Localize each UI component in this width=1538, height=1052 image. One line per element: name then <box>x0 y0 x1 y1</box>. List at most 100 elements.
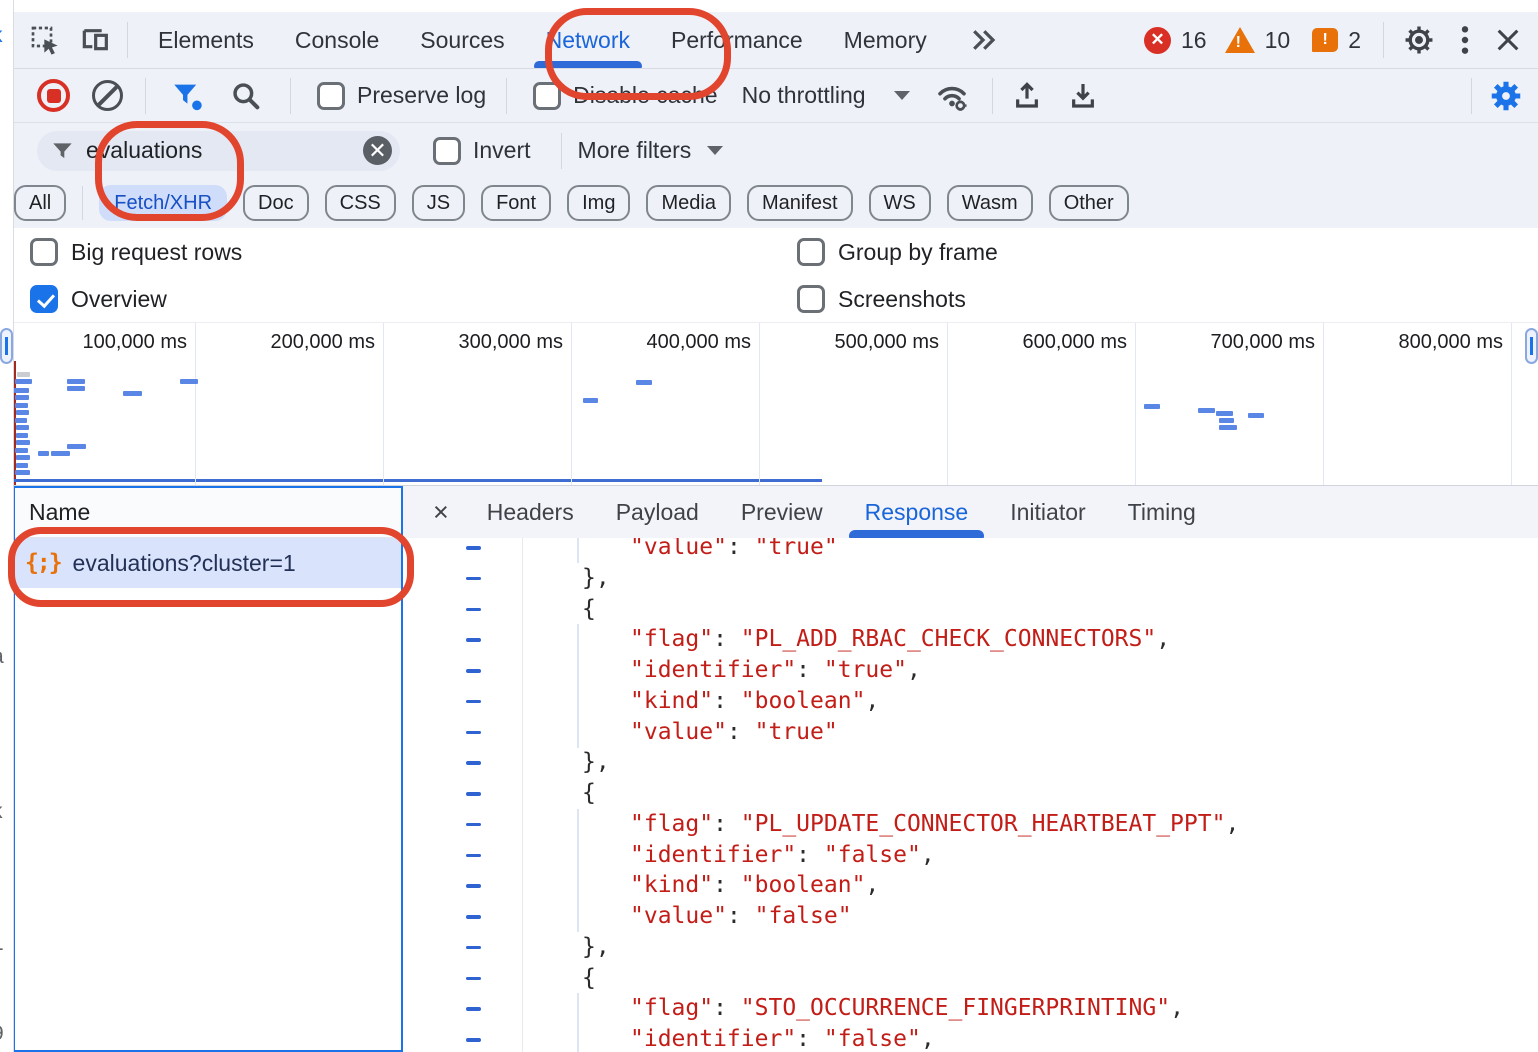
type-chip-wasm[interactable]: Wasm <box>947 185 1033 221</box>
pretty-print-gutter-dash <box>466 700 481 704</box>
filter-input-value[interactable]: evaluations <box>86 137 363 164</box>
group-by-frame-checkbox[interactable] <box>797 238 825 266</box>
timeline-request-bar <box>583 398 598 403</box>
preserve-log-label: Preserve log <box>357 82 486 109</box>
main-tab-performance[interactable]: Performance <box>671 12 803 68</box>
disable-cache-checkbox[interactable] <box>533 82 561 110</box>
type-chip-all[interactable]: All <box>14 185 66 221</box>
close-detail-icon[interactable]: × <box>433 499 449 526</box>
error-count[interactable]: 16 <box>1181 27 1207 54</box>
overview-option: Overview <box>30 285 167 313</box>
network-overview-timeline[interactable]: 100,000 ms200,000 ms300,000 ms400,000 ms… <box>13 322 1538 486</box>
timeline-tick-label: 700,000 ms <box>1165 331 1315 354</box>
more-filters-caret-icon[interactable] <box>707 146 723 155</box>
invert-checkbox[interactable] <box>433 137 461 165</box>
detail-tab-timing[interactable]: Timing <box>1128 486 1196 538</box>
detail-tab-headers[interactable]: Headers <box>487 486 574 538</box>
main-tab-sources[interactable]: Sources <box>420 12 504 68</box>
response-line: "identifier": "false", <box>403 840 1538 871</box>
network-settings-gear-icon[interactable] <box>1488 78 1524 114</box>
more-tabs-icon[interactable] <box>968 25 998 55</box>
detail-tab-payload[interactable]: Payload <box>616 486 699 538</box>
preserve-log-checkbox[interactable] <box>317 82 345 110</box>
timeline-request-bar <box>1248 413 1264 418</box>
type-chip-js[interactable]: JS <box>412 185 465 221</box>
timeline-request-bar <box>15 448 28 453</box>
code-text: }, <box>582 747 610 778</box>
settings-gear-icon[interactable] <box>1402 23 1436 57</box>
detail-tab-initiator[interactable]: Initiator <box>1010 486 1085 538</box>
pretty-print-gutter-dash <box>466 546 481 550</box>
request-type-filter-bar: All Fetch/XHR Doc CSS JS Font Img Media Manifest… <box>13 178 1538 229</box>
request-row-selected[interactable]: {;} evaluations?cluster=1 <box>15 538 401 588</box>
main-tab-bar: Elements Console Sources Network Performance… <box>13 12 1538 69</box>
page-edge-text-fragment: 1 <box>0 932 4 956</box>
timeline-request-bar <box>16 440 30 445</box>
filter-input[interactable]: evaluations ✕ <box>37 131 400 171</box>
filter-icon[interactable] <box>170 79 204 113</box>
code-text: "kind": "boolean", <box>630 870 879 901</box>
console-warnings-icon[interactable]: ! <box>1225 27 1255 53</box>
type-chip-css[interactable]: CSS <box>325 185 396 221</box>
detail-tab-bar: × Headers Payload Preview Response Initiator… <box>403 486 1538 539</box>
type-chip-media[interactable]: Media <box>646 185 730 221</box>
record-network-log-button[interactable] <box>37 79 70 112</box>
close-devtools-icon[interactable] <box>1494 26 1522 54</box>
more-filters-button[interactable]: More filters <box>578 137 692 164</box>
import-har-icon[interactable] <box>1011 80 1043 112</box>
type-chip-fetchxhr[interactable]: Fetch/XHR <box>99 185 227 221</box>
console-errors-icon[interactable]: ✕ <box>1144 27 1171 54</box>
main-tab-memory[interactable]: Memory <box>844 12 927 68</box>
issues-count[interactable]: 2 <box>1348 27 1361 54</box>
big-request-rows-checkbox[interactable] <box>30 238 58 266</box>
type-chip-other[interactable]: Other <box>1049 185 1129 221</box>
issues-icon[interactable]: ! <box>1312 28 1338 52</box>
timeline-request-bar <box>1216 411 1233 416</box>
throttling-caret-icon[interactable] <box>894 91 910 100</box>
export-har-icon[interactable] <box>1067 80 1099 112</box>
timeline-request-bar <box>16 463 28 468</box>
timeline-request-bar <box>15 379 32 384</box>
request-detail-panel: × Headers Payload Preview Response Initiator… <box>403 486 1538 1052</box>
requests-name-header[interactable]: Name <box>15 488 401 538</box>
timeline-request-bar <box>14 388 29 393</box>
type-chip-doc[interactable]: Doc <box>243 185 309 221</box>
search-icon[interactable] <box>230 80 262 112</box>
warning-count[interactable]: 10 <box>1265 27 1291 54</box>
device-toolbar-icon[interactable] <box>79 24 111 56</box>
response-body-viewer[interactable]: "value": "true"},{"flag": "PL_ADD_RBAC_C… <box>403 538 1538 1052</box>
network-toolbar: Preserve log Disable cache No throttling <box>13 69 1538 123</box>
main-tab-elements[interactable]: Elements <box>158 12 254 68</box>
detail-tab-response[interactable]: Response <box>865 486 969 538</box>
type-chips: All Fetch/XHR Doc CSS JS Font Img Media Manifest… <box>14 185 1129 221</box>
toolbar-divider <box>127 22 128 58</box>
code-text: "flag": "STO_OCCURRENCE_FINGERPRINTING", <box>630 993 1184 1024</box>
detail-tab-preview[interactable]: Preview <box>741 486 823 538</box>
timeline-request-bar <box>1219 418 1234 423</box>
more-options-icon[interactable] <box>1460 24 1470 56</box>
detail-tabs: Headers Payload Preview Response Initiator Ti… <box>487 486 1196 538</box>
main-tab-network[interactable]: Network <box>546 12 630 68</box>
main-tab-console[interactable]: Console <box>295 12 379 68</box>
network-conditions-icon[interactable] <box>934 78 970 114</box>
screenshots-checkbox[interactable] <box>797 285 825 313</box>
type-chip-manifest[interactable]: Manifest <box>747 185 853 221</box>
type-chip-ws[interactable]: WS <box>869 185 931 221</box>
timeline-gridline <box>383 323 384 485</box>
overview-checkbox[interactable] <box>30 285 58 313</box>
inspect-element-icon[interactable] <box>29 24 61 56</box>
overview-left-handle[interactable] <box>0 328 13 364</box>
pretty-print-gutter-dash <box>466 823 481 827</box>
type-chip-img[interactable]: Img <box>567 185 630 221</box>
clear-network-log-button[interactable] <box>92 80 123 111</box>
clear-filter-icon[interactable]: ✕ <box>363 136 392 165</box>
throttling-select[interactable]: No throttling <box>742 82 866 109</box>
group-by-frame-label: Group by frame <box>838 239 998 266</box>
pretty-print-gutter-dash <box>466 1038 481 1042</box>
pretty-print-gutter-dash <box>466 731 481 735</box>
overview-right-handle[interactable] <box>1525 328 1538 364</box>
pretty-print-gutter-dash <box>466 792 481 796</box>
type-chip-font[interactable]: Font <box>481 185 551 221</box>
response-line: "kind": "boolean", <box>403 686 1538 717</box>
toolbar-divider <box>506 78 507 114</box>
